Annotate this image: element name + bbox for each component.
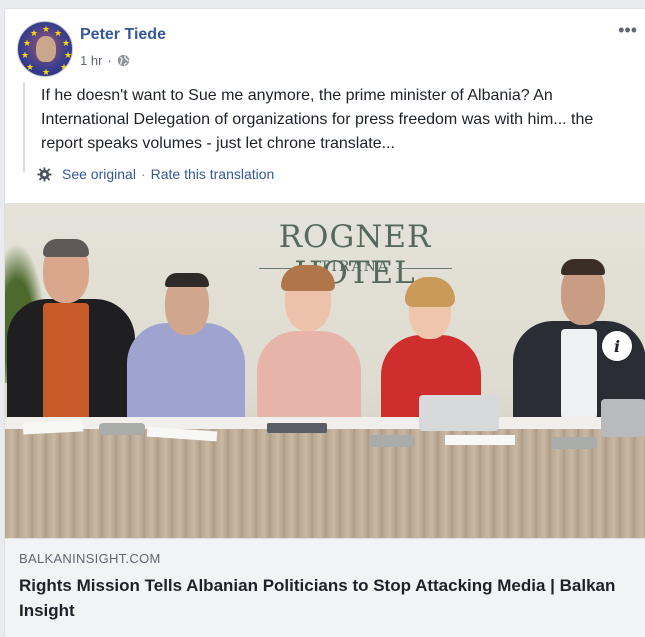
translation-bar: See original · Rate this translation xyxy=(37,166,274,182)
star-icon: ★ xyxy=(60,62,69,72)
post-time[interactable]: 1 hr xyxy=(80,53,102,68)
rate-translation-link[interactable]: Rate this translation xyxy=(151,166,275,182)
post-text: If he doesn't want to Sue me anymore, th… xyxy=(23,82,635,172)
laptop xyxy=(601,399,645,437)
post-meta: 1 hr · xyxy=(80,53,130,68)
microphone xyxy=(99,423,145,435)
avatar[interactable]: ★ ★ ★ ★ ★ ★ ★ ★ ★ ★ xyxy=(17,21,73,77)
star-icon: ★ xyxy=(21,50,30,60)
star-icon: ★ xyxy=(23,38,32,48)
papers xyxy=(445,435,515,445)
shared-photo[interactable]: ROGNER HOTEL TIRANA xyxy=(5,203,645,538)
hotel-sign: ROGNER HOTEL xyxy=(278,219,432,291)
info-icon[interactable]: i xyxy=(602,331,632,361)
meta-separator: · xyxy=(107,53,112,68)
star-icon: ★ xyxy=(54,28,63,38)
star-icon: ★ xyxy=(42,67,51,77)
microphone xyxy=(551,437,597,449)
translation-separator: · xyxy=(140,166,146,182)
link-preview[interactable]: BALKANINSIGHT.COM Rights Mission Tells A… xyxy=(5,538,645,637)
star-icon: ★ xyxy=(26,62,35,72)
globe-icon[interactable] xyxy=(117,54,130,67)
table-skirt xyxy=(5,429,645,538)
microphone xyxy=(369,435,415,447)
sign-divider xyxy=(397,268,452,269)
laptop xyxy=(419,395,499,431)
see-original-link[interactable]: See original xyxy=(62,166,136,182)
avatar-face xyxy=(36,36,56,62)
gear-icon[interactable] xyxy=(37,166,52,182)
star-icon: ★ xyxy=(64,50,73,60)
star-icon: ★ xyxy=(30,28,39,38)
star-icon: ★ xyxy=(62,38,71,48)
star-icon: ★ xyxy=(42,24,51,34)
author-name[interactable]: Peter Tiede xyxy=(80,26,166,44)
more-options-icon[interactable]: ••• xyxy=(618,21,637,39)
link-title[interactable]: Rights Mission Tells Albanian Politician… xyxy=(19,573,619,623)
tablet xyxy=(267,423,327,433)
link-domain: BALKANINSIGHT.COM xyxy=(19,551,161,566)
post-card: ★ ★ ★ ★ ★ ★ ★ ★ ★ ★ Peter Tiede 1 hr · •… xyxy=(4,8,645,637)
